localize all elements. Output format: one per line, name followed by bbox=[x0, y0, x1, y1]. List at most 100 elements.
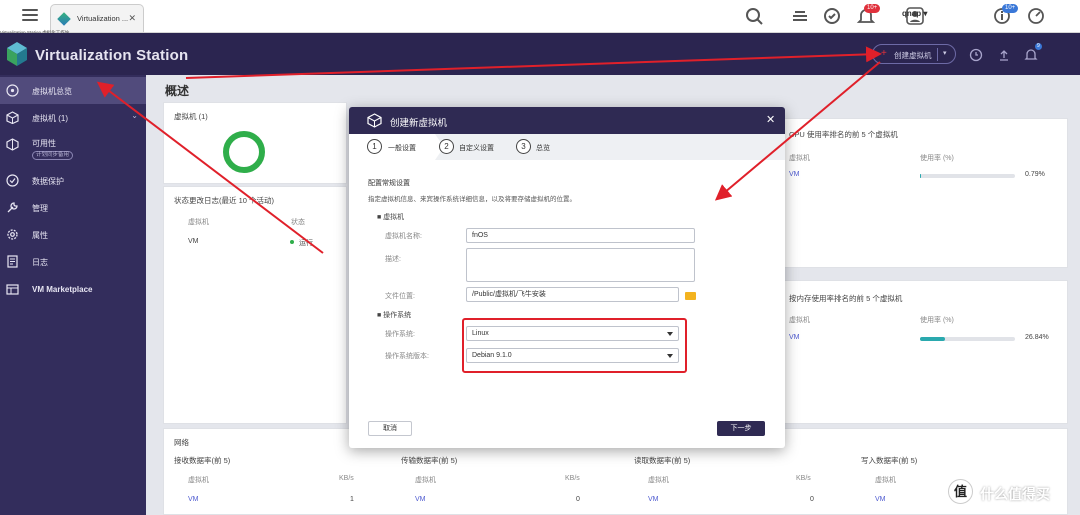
resource-monitor-icon[interactable] bbox=[1026, 6, 1046, 26]
description-input[interactable] bbox=[466, 248, 695, 282]
sync-icon[interactable] bbox=[822, 6, 842, 26]
step-number: 1 bbox=[367, 139, 382, 154]
sidebar-item-properties[interactable]: 属性 bbox=[0, 221, 146, 248]
sidebar-item-marketplace[interactable]: VM Marketplace bbox=[0, 276, 146, 303]
sidebar-item-log[interactable]: 日志 bbox=[0, 248, 146, 275]
info-icon[interactable]: 10+ bbox=[992, 4, 1019, 26]
step-number: 3 bbox=[516, 139, 531, 154]
vm-status-gauge bbox=[223, 131, 265, 173]
stack-icon[interactable] bbox=[790, 6, 810, 26]
step-summary[interactable]: 3 总览 bbox=[516, 139, 576, 155]
step-number: 2 bbox=[439, 139, 454, 154]
close-icon[interactable]: ✕ bbox=[766, 113, 775, 126]
virtualization-station-logo bbox=[7, 42, 27, 66]
wizard-steps: 1 一般设置 2 自定义设置 3 总览 bbox=[349, 134, 785, 160]
log-header-status: 状态 bbox=[291, 219, 305, 226]
step-label: 总览 bbox=[536, 145, 550, 152]
sidebar-item-data-protection[interactable]: 数据保护 bbox=[0, 167, 146, 194]
disk-write-h1: 虚拟机 bbox=[875, 477, 896, 484]
net-tx-value: 0 bbox=[576, 496, 580, 503]
gear-icon bbox=[7, 229, 18, 240]
running-dot-icon bbox=[290, 240, 294, 244]
wrench-icon bbox=[7, 202, 18, 213]
vm-cube-icon bbox=[6, 111, 19, 124]
vm-name-input[interactable]: fnOS bbox=[466, 228, 695, 243]
info-badge: 10+ bbox=[1002, 4, 1019, 13]
status-log-card: 状态更改日志(最近 10 个活动) 虚拟机 状态 VM 运行 bbox=[163, 186, 347, 424]
create-vm-button[interactable]: + 创建虚拟机 ▾ bbox=[872, 44, 956, 64]
plus-icon: + bbox=[881, 48, 887, 59]
step-general[interactable]: 1 一般设置 bbox=[349, 134, 435, 160]
sidebar-item-availability[interactable]: 可用性 bbox=[0, 131, 146, 158]
vm-name-label: 虚拟机名称: bbox=[385, 233, 422, 240]
section-description: 指定虚拟机信息、来宾操作系统详细信息，以及将要存储虚拟机的位置。 bbox=[368, 196, 576, 203]
chevron-down-icon[interactable]: ⌄ bbox=[131, 111, 138, 120]
marketplace-icon bbox=[6, 284, 19, 295]
file-location-input[interactable]: /Public/虚拟机/飞牛安装 bbox=[466, 287, 679, 302]
sidebar-item-management[interactable]: 管理 bbox=[0, 194, 146, 221]
folder-icon[interactable] bbox=[685, 292, 696, 300]
vm-card-title: 虚拟机 (1) bbox=[174, 112, 208, 121]
cpu-vm-link[interactable]: VM bbox=[789, 171, 800, 178]
screen: Virtualization ... ✕ Virtualization Stat… bbox=[0, 0, 1080, 515]
net-rx-h2: KB/s bbox=[339, 475, 354, 482]
mem-usage-bar bbox=[920, 337, 1015, 341]
sidebar-item-label: 管理 bbox=[32, 204, 48, 213]
virtualization-app-icon bbox=[57, 12, 71, 26]
app-title: Virtualization Station bbox=[35, 47, 189, 64]
mem-vm-link[interactable]: VM bbox=[789, 334, 800, 341]
watermark-logo: 值 bbox=[948, 479, 973, 504]
step-label: 一般设置 bbox=[388, 145, 416, 152]
create-vm-label: 创建虚拟机 bbox=[894, 51, 932, 60]
clock-icon[interactable] bbox=[969, 48, 983, 62]
app-bell-icon[interactable]: 9 bbox=[1024, 43, 1042, 62]
os-version-label: 操作系统版本: bbox=[385, 353, 429, 360]
sidebar-item-label: 数据保护 bbox=[32, 177, 64, 186]
user-menu[interactable]: qnap ▾ bbox=[902, 9, 927, 18]
next-button[interactable]: 下一步 bbox=[717, 421, 765, 436]
dialog-title: 创建新虚拟机 bbox=[390, 118, 448, 129]
log-title: 状态更改日志(最近 10 个活动) bbox=[174, 196, 275, 205]
disk-read-vm[interactable]: VM bbox=[648, 496, 659, 503]
sidebar: 虚拟机总览 虚拟机 (1) ⌄ 可用性 数据保护 管理 属性 日志 VM Mar… bbox=[0, 75, 146, 515]
sidebar-item-label: 虚拟机总览 bbox=[32, 87, 72, 96]
watermark-text: 什么值得买 bbox=[980, 486, 1050, 502]
app-tab-title: Virtualization ... bbox=[77, 14, 129, 23]
os-group-label: ■ 操作系统 bbox=[377, 312, 412, 319]
net-rx-vm[interactable]: VM bbox=[188, 496, 199, 503]
mem-usage-fill bbox=[920, 337, 946, 341]
disk-read-title: 读取数据率(前 5) bbox=[634, 456, 691, 465]
step-custom[interactable]: 2 自定义设置 bbox=[439, 139, 509, 155]
vm-group-label: ■ 虚拟机 bbox=[377, 214, 405, 221]
log-vm: VM bbox=[188, 238, 199, 245]
sidebar-item-label: 日志 bbox=[32, 258, 48, 267]
notification-bell-icon[interactable]: 10+ bbox=[856, 4, 881, 26]
notification-badge: 10+ bbox=[864, 4, 881, 13]
close-tab-icon[interactable]: ✕ bbox=[128, 13, 136, 24]
chevron-down-icon[interactable]: ▾ bbox=[943, 49, 947, 57]
cancel-button[interactable]: 取消 bbox=[368, 421, 412, 436]
main-menu-icon[interactable] bbox=[22, 9, 38, 23]
app-tab[interactable]: Virtualization ... ✕ bbox=[50, 4, 144, 32]
sidebar-item-overview[interactable]: 虚拟机总览 bbox=[0, 77, 146, 104]
sidebar-item-label: VM Marketplace bbox=[32, 285, 93, 294]
button-separator bbox=[937, 48, 938, 61]
sidebar-item-label: 属性 bbox=[32, 231, 48, 240]
net-tx-vm[interactable]: VM bbox=[415, 496, 426, 503]
net-rx-value: 1 bbox=[350, 496, 354, 503]
qts-top-bar: Virtualization ... ✕ Virtualization Stat… bbox=[0, 0, 1080, 35]
vm-wizard-icon bbox=[367, 113, 382, 128]
upload-icon[interactable] bbox=[997, 48, 1011, 62]
disk-write-vm[interactable]: VM bbox=[875, 496, 886, 503]
create-vm-dialog: 创建新虚拟机 ✕ 1 一般设置 2 自定义设置 3 总览 配置常规设置 指定虚拟… bbox=[349, 107, 785, 448]
disk-read-h1: 虚拟机 bbox=[648, 477, 669, 484]
log-header-vm: 虚拟机 bbox=[188, 219, 209, 226]
net-rx-h1: 虚拟机 bbox=[188, 477, 209, 484]
mem-title: 按内存使用率排名的前 5 个虚拟机 bbox=[789, 294, 903, 303]
log-icon bbox=[7, 255, 18, 268]
availability-tag: 计划同步备用 bbox=[32, 151, 74, 160]
cpu-header-usage: 使用率 (%) bbox=[920, 155, 954, 162]
sidebar-item-vms[interactable]: 虚拟机 (1) ⌄ bbox=[0, 104, 146, 131]
search-icon[interactable] bbox=[744, 6, 764, 26]
memory-top5-card: 按内存使用率排名的前 5 个虚拟机 虚拟机 使用率 (%) VM 26.84% bbox=[778, 280, 1068, 424]
